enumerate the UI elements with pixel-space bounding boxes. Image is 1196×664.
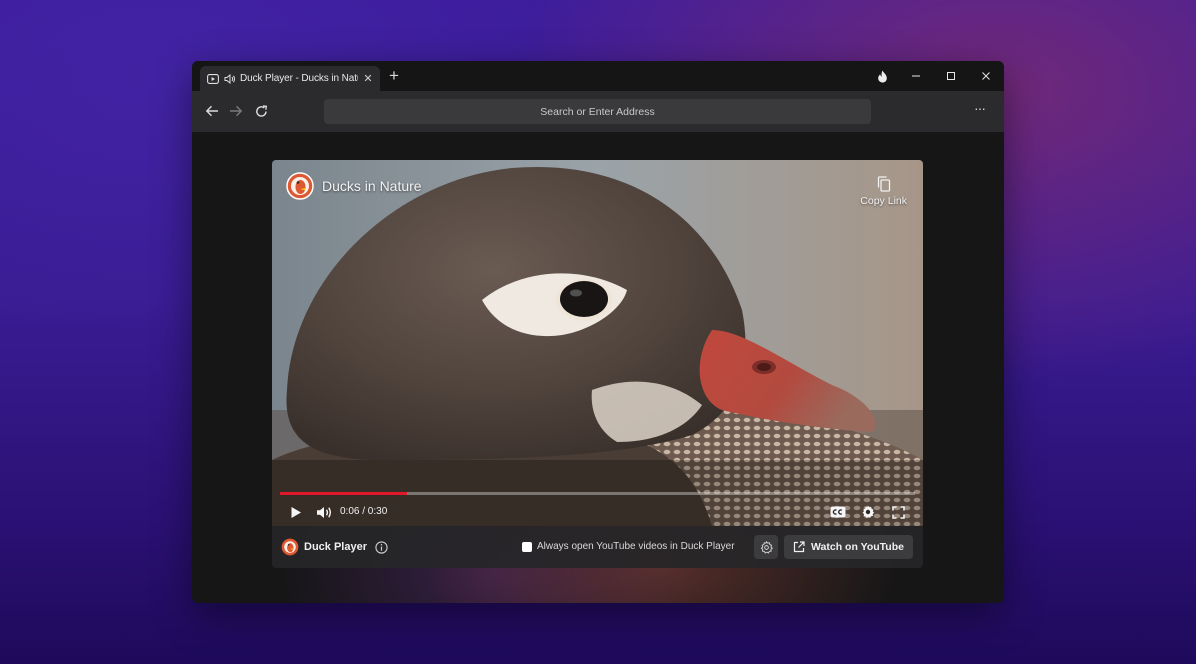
tab-bar: Duck Player - Ducks in Nature ✕ + — [192, 61, 1004, 91]
duck-player-brand: Duck Player — [281, 538, 388, 556]
video-title-text: Ducks in Nature — [322, 178, 422, 194]
video-icon — [206, 72, 219, 85]
watch-on-youtube-button[interactable]: Watch on YouTube — [784, 535, 913, 559]
speaker-icon[interactable] — [223, 72, 236, 85]
tab-title: Duck Player - Ducks in Nature — [240, 73, 358, 84]
captions-icon[interactable] — [828, 502, 848, 522]
new-tab-button[interactable]: + — [386, 67, 402, 84]
maximize-icon[interactable] — [942, 67, 960, 85]
time-display: 0:06 / 0:30 — [340, 506, 388, 517]
settings-gear-icon — [760, 540, 773, 554]
footer-settings-button[interactable] — [754, 535, 778, 559]
copy-link-button[interactable]: Copy Link — [860, 176, 907, 207]
duckduckgo-logo-icon — [286, 172, 314, 200]
video-frame[interactable]: Ducks in Nature Copy Link 0:06 / 0:30 — [272, 160, 923, 526]
play-icon[interactable] — [286, 502, 306, 522]
duckduckgo-logo-icon — [281, 538, 299, 556]
tab-close-icon[interactable]: ✕ — [362, 72, 374, 85]
duck-player: Ducks in Nature Copy Link 0:06 / 0:30 Du… — [272, 160, 923, 568]
external-link-icon — [793, 541, 805, 553]
fire-icon[interactable] — [873, 67, 891, 85]
progress-fill — [280, 492, 407, 495]
player-footer: Duck Player Always open YouTube videos i… — [272, 526, 923, 568]
minimize-icon[interactable] — [907, 67, 925, 85]
video-controls: 0:06 / 0:30 — [272, 498, 923, 526]
browser-window: Duck Player - Ducks in Nature ✕ + Search… — [192, 61, 1004, 603]
always-open-checkbox[interactable] — [522, 541, 532, 552]
video-title: Ducks in Nature — [286, 172, 422, 200]
fullscreen-icon[interactable] — [888, 502, 908, 522]
address-bar[interactable]: Search or Enter Address — [324, 99, 871, 124]
back-arrow-icon[interactable] — [200, 99, 224, 123]
duck-video-image — [272, 160, 923, 526]
reload-icon[interactable] — [249, 99, 273, 123]
copy-link-label: Copy Link — [860, 195, 907, 207]
volume-icon[interactable] — [314, 502, 334, 522]
toolbar: Search or Enter Address ··· — [192, 91, 1004, 132]
progress-bar[interactable] — [280, 492, 915, 495]
brand-name: Duck Player — [304, 541, 367, 553]
page-content: Ducks in Nature Copy Link 0:06 / 0:30 Du… — [192, 132, 1004, 603]
forward-arrow-icon[interactable] — [224, 99, 248, 123]
copy-icon — [877, 176, 890, 192]
tab-duck-player[interactable]: Duck Player - Ducks in Nature ✕ — [200, 66, 380, 91]
settings-gear-icon[interactable] — [858, 502, 878, 522]
always-open-option[interactable]: Always open YouTube videos in Duck Playe… — [522, 541, 735, 552]
close-icon[interactable] — [977, 67, 995, 85]
info-icon[interactable] — [375, 540, 388, 554]
watch-on-youtube-label: Watch on YouTube — [811, 541, 904, 553]
more-menu-icon[interactable]: ··· — [974, 100, 986, 116]
always-open-label: Always open YouTube videos in Duck Playe… — [537, 541, 735, 552]
